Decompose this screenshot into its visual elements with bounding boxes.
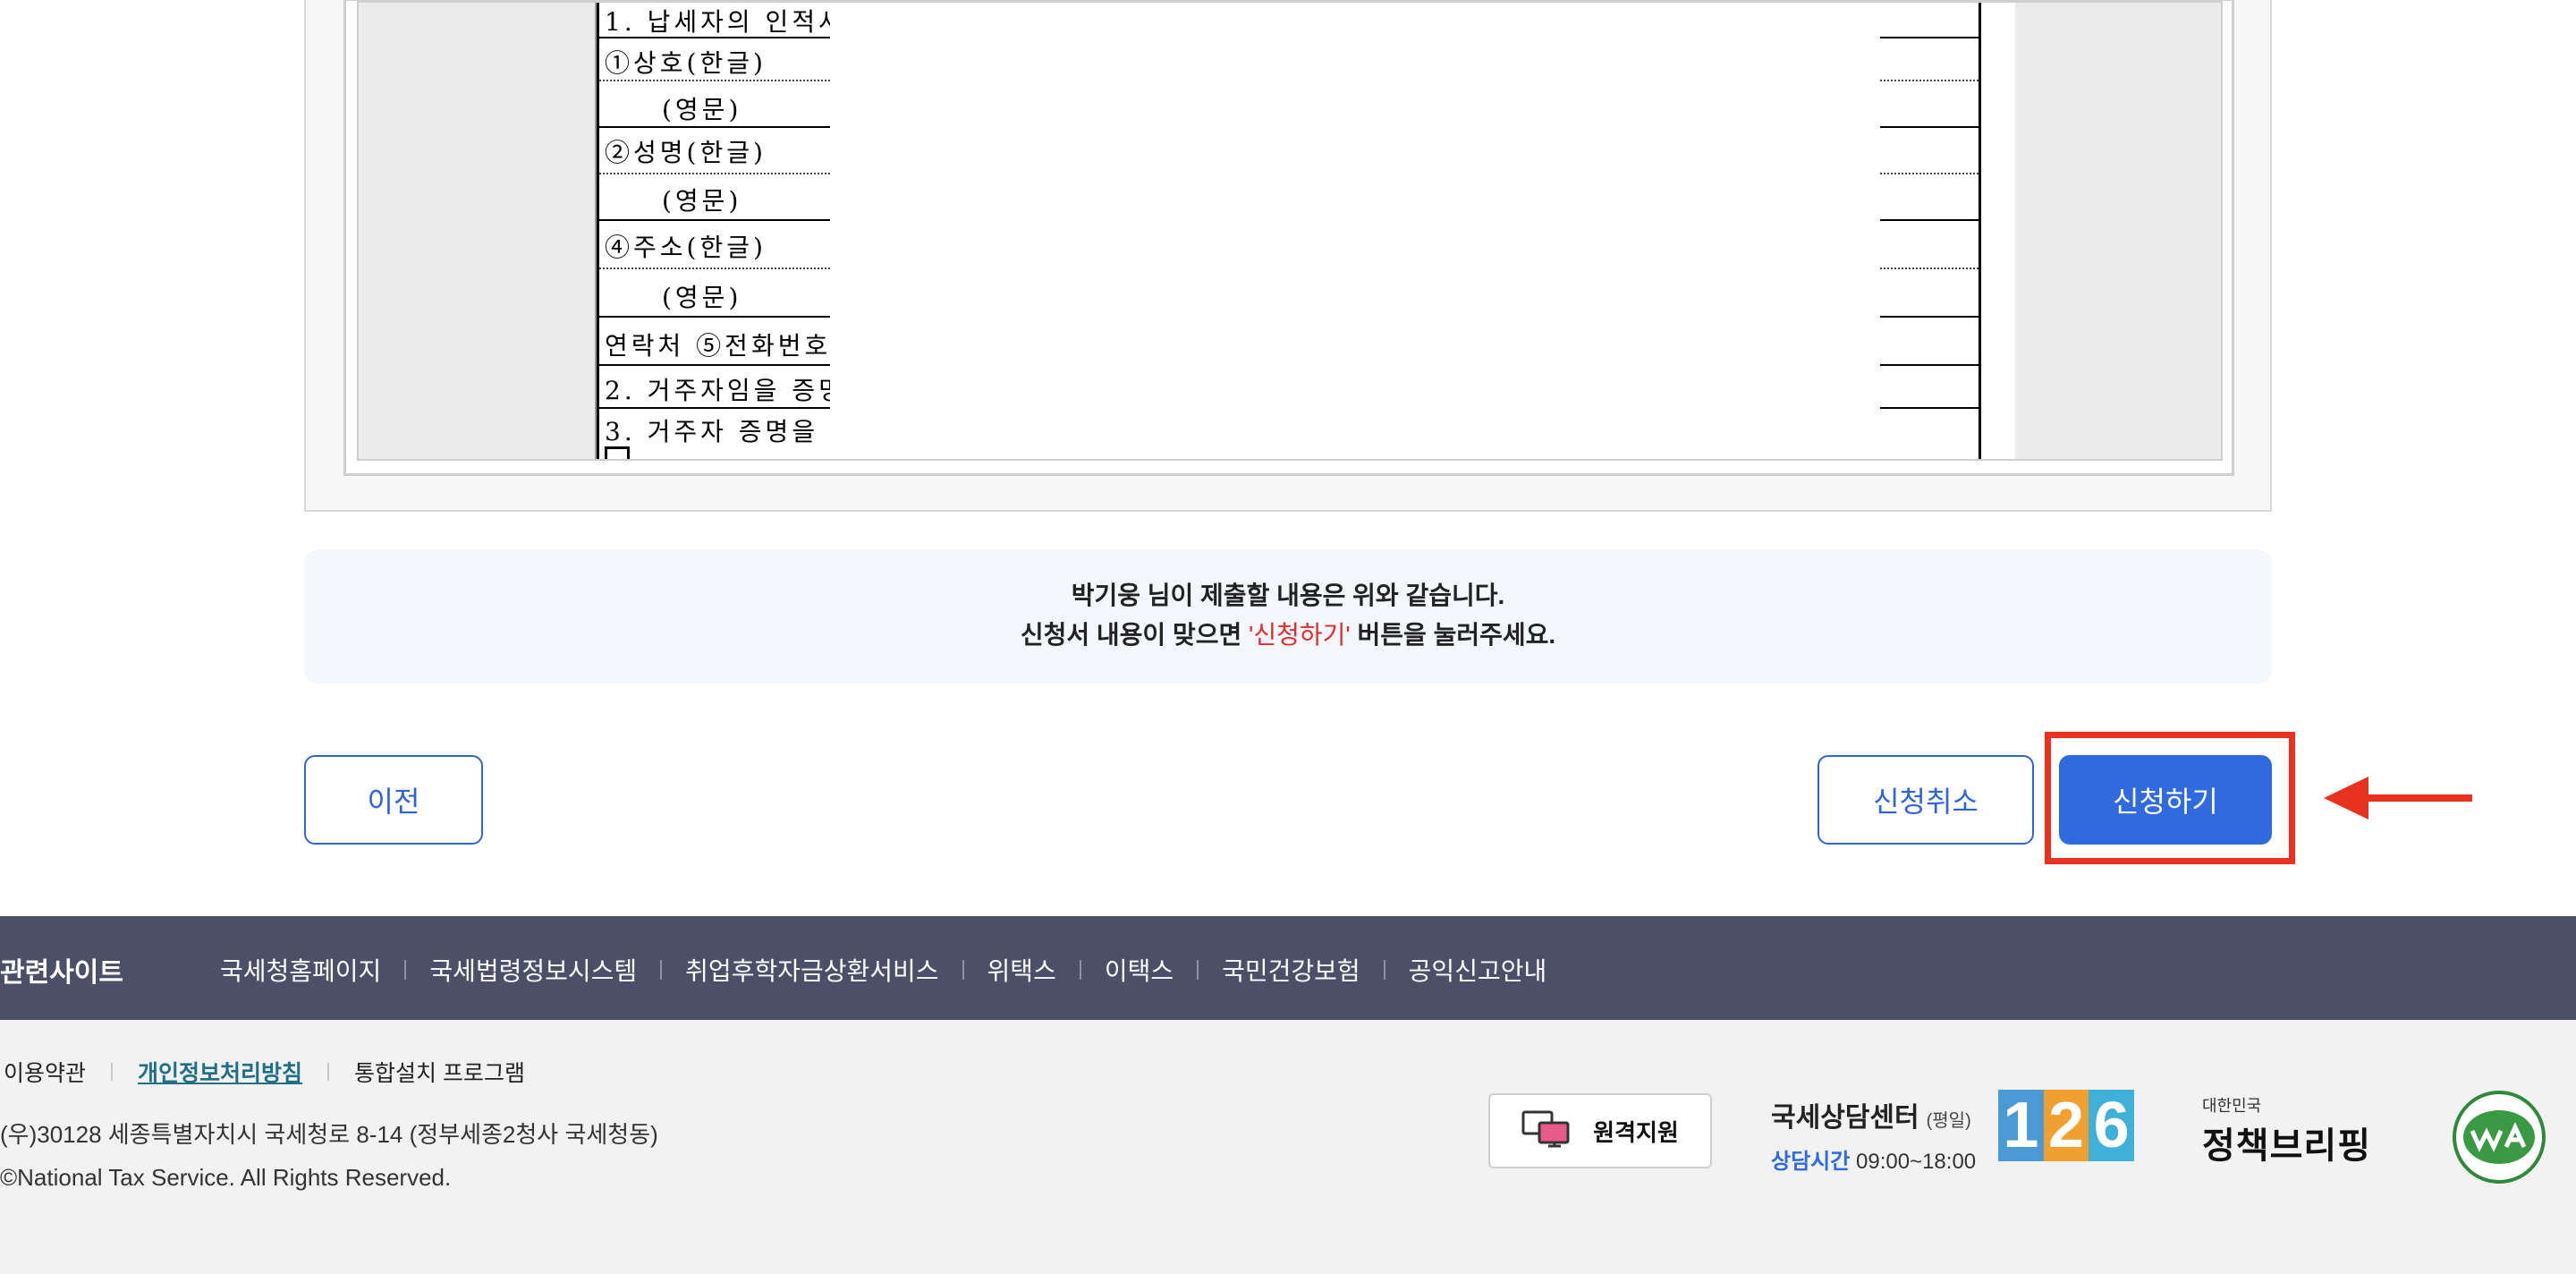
remote-support-label: 원격지원	[1593, 1118, 1679, 1146]
digit-2: 2	[2043, 1090, 2089, 1161]
link-nts-homepage[interactable]: 국세청홈페이지	[220, 952, 381, 988]
policy-briefing-title: 정책브리핑	[2202, 1126, 2371, 1166]
remote-support-icon	[1521, 1110, 1570, 1148]
call-center-weekday: (평일)	[1926, 1111, 1971, 1131]
document-row-label: ①상호(한글)	[605, 48, 767, 78]
footer-policy-links: 이용약관 개인정보처리방침 통합설치 프로그램	[4, 1056, 525, 1088]
document-unrendered-area	[830, 3, 1880, 459]
divider	[327, 1063, 330, 1081]
call-center-hours: 상담시간 09:00~18:00	[1771, 1143, 1976, 1175]
address-text: (우)30128 세종특별자치시 국세청로 8-14 (정부세종2청사 국세청동…	[0, 1121, 658, 1148]
digit-6: 6	[2089, 1090, 2135, 1161]
document-row-label: (영문)	[662, 95, 742, 124]
footer: 이용약관 개인정보처리방침 통합설치 프로그램 (우)30128 세종특별자치시…	[0, 1020, 2576, 1274]
terms-link[interactable]: 이용약관	[4, 1056, 86, 1088]
link-etax[interactable]: 이택스	[1105, 952, 1174, 988]
divider	[111, 1063, 114, 1081]
policy-briefing-small: 대한민국	[2202, 1097, 2262, 1115]
hours-label: 상담시간	[1771, 1150, 1851, 1174]
digit-1: 1	[1998, 1090, 2044, 1161]
document-row-label: ④주소(한글)	[605, 233, 767, 262]
document-viewer: 1. 납세자의 인적사항 ①상호(한글) (영문) ②성명(한글) (영문) ④…	[304, 0, 2272, 512]
document-row-label: 연락처 ⑤전화번호	[605, 331, 832, 361]
remote-support-button[interactable]: 원격지원	[1488, 1093, 1712, 1168]
call-center-name: 국세상담센터 (평일)	[1771, 1095, 1976, 1134]
link-whistleblower[interactable]: 공익신고안내	[1409, 952, 1547, 988]
divider	[962, 960, 964, 980]
footer-address: (우)30128 세종특별자치시 국세청로 8-14 (정부세종2청사 국세청동…	[0, 1113, 658, 1199]
pointer-arrow-icon	[2324, 777, 2472, 820]
related-sites-bar: 관련사이트 국세청홈페이지 국세법령정보시스템 취업후학자금상환서비스 위택스 …	[0, 916, 2576, 1020]
document-scroll-area[interactable]: 1. 납세자의 인적사항 ①상호(한글) (영문) ②성명(한글) (영문) ④…	[357, 1, 2223, 461]
install-program-link[interactable]: 통합설치 프로그램	[354, 1056, 525, 1088]
link-tax-law-system[interactable]: 국세법령정보시스템	[429, 952, 637, 988]
link-health-insurance[interactable]: 국민건강보험	[1222, 952, 1360, 988]
call-center-number-logo: 1 2 6	[1998, 1090, 2135, 1161]
viewer-frame: 1. 납세자의 인적사항 ①상호(한글) (영문) ②성명(한글) (영문) ④…	[343, 0, 2234, 476]
related-sites-links: 국세청홈페이지 국세법령정보시스템 취업후학자금상환서비스 위택스 이택스 국민…	[220, 952, 1546, 988]
privacy-policy-link[interactable]: 개인정보처리방침	[138, 1056, 302, 1088]
notice-line-2: 신청서 내용이 맞으면 '신청하기' 버튼을 눌러주세요.	[304, 616, 2272, 655]
document-row-label: ②성명(한글)	[605, 138, 767, 167]
cancel-application-button[interactable]: 신청취소	[1818, 755, 2034, 845]
document-form-table: 1. 납세자의 인적사항 ①상호(한글) (영문) ②성명(한글) (영문) ④…	[597, 3, 1981, 459]
link-wetax[interactable]: 위택스	[987, 952, 1056, 988]
web-accessibility-badge-icon	[2453, 1091, 2546, 1184]
divider	[1197, 960, 1199, 980]
policy-briefing-logo[interactable]: 대한민국 정책브리핑	[2202, 1093, 2371, 1168]
notice-line-1: 박기웅 님이 제출할 내용은 위와 같습니다.	[1071, 582, 1505, 609]
document-row-label: (영문)	[662, 186, 742, 216]
related-sites-title: 관련사이트	[0, 958, 123, 988]
tax-call-center: 국세상담센터 (평일) 상담시간 09:00~18:00	[1771, 1095, 1976, 1175]
copyright-text: ©National Tax Service. All Rights Reserv…	[0, 1164, 452, 1191]
prev-button[interactable]: 이전	[304, 755, 483, 845]
notice-text: 신청서 내용이 맞으면	[1020, 621, 1250, 649]
divider	[1383, 960, 1385, 980]
document-row-label: (영문)	[662, 283, 742, 312]
document-row-label: 2. 거주자임을 증명	[605, 376, 845, 405]
divider	[1079, 960, 1081, 980]
link-student-loan[interactable]: 취업후학자금상환서비스	[685, 952, 938, 988]
hours-value: 09:00~18:00	[1856, 1150, 1977, 1174]
notice-highlight: '신청하기'	[1249, 621, 1351, 649]
notice-text: 버튼을 눌러주세요.	[1350, 621, 1556, 649]
divider	[404, 960, 407, 980]
confirmation-notice: 박기웅 님이 제출할 내용은 위와 같습니다. 신청서 내용이 맞으면 '신청하…	[304, 549, 2272, 684]
document-page: 1. 납세자의 인적사항 ①상호(한글) (영문) ②성명(한글) (영문) ④…	[595, 3, 2015, 459]
checkbox-icon	[605, 446, 630, 459]
divider	[660, 960, 663, 980]
call-center-title: 국세상담센터	[1771, 1103, 1919, 1133]
submit-highlight-box	[2045, 732, 2295, 864]
